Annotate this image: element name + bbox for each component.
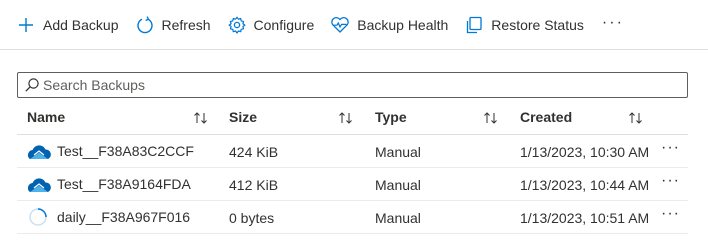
sort-type-icon[interactable] [483,110,499,126]
type-cell: Manual [375,177,421,193]
restore-status-label: Restore Status [491,16,584,33]
created-cell: 1/13/2023, 10:30 AM [520,144,650,160]
row-more-button[interactable]: ··· [661,172,680,190]
size-cell: 412 KiB [229,177,279,193]
search-icon [24,77,40,93]
configure-button[interactable]: Configure [227,9,315,41]
table-row[interactable]: Test__F38A83C2CCF 424 KiB Manual 1/13/20… [17,135,688,168]
size-cell: 0 bytes [229,210,275,226]
gear-icon [227,15,247,35]
table-header: Name Size Type Created [17,100,688,135]
add-backup-button[interactable]: Add Backup [16,9,119,41]
refresh-button[interactable]: Refresh [135,9,211,41]
backup-name-cell: Test__F38A9164FDA [27,173,191,195]
search-box [17,72,688,98]
table-row[interactable]: Test__F38A9164FDA 412 KiB Manual 1/13/20… [17,168,688,201]
search-input[interactable] [43,77,643,93]
column-header-type[interactable]: Type [375,109,407,125]
refresh-label: Refresh [161,16,211,33]
backup-health-label: Backup Health [357,16,449,33]
configure-label: Configure [253,16,315,33]
command-bar: Add Backup Refresh Configure Backup Heal… [0,0,708,50]
sort-size-icon[interactable] [338,110,354,126]
created-cell: 1/13/2023, 10:44 AM [520,177,650,193]
created-cell: 1/13/2023, 10:51 AM [520,210,650,226]
add-backup-label: Add Backup [43,16,119,33]
copy-icon [464,15,484,35]
cloud-backup-icon [27,140,51,162]
sort-name-icon[interactable] [193,110,209,126]
column-header-size[interactable]: Size [229,109,257,125]
more-commands-button[interactable]: ··· [602,14,624,32]
backup-name[interactable]: Test__F38A83C2CCF [57,143,194,159]
column-header-created[interactable]: Created [520,109,572,125]
cloud-backup-icon [27,173,51,195]
row-more-button[interactable]: ··· [661,205,680,223]
heart-pulse-icon [330,15,350,35]
type-cell: Manual [375,144,421,160]
type-cell: Manual [375,210,421,226]
sort-created-icon[interactable] [628,110,644,126]
backup-health-button[interactable]: Backup Health [330,9,448,41]
backup-name[interactable]: daily__F38A967F016 [57,209,190,225]
size-cell: 424 KiB [229,144,279,160]
column-header-name[interactable]: Name [27,109,65,125]
backup-name-cell: daily__F38A967F016 [27,206,190,228]
row-more-button[interactable]: ··· [661,139,680,157]
backups-table: Name Size Type Created Test__F38A83C2CCF… [17,100,688,234]
backup-name-cell: Test__F38A83C2CCF [27,140,194,162]
plus-icon [16,15,36,35]
table-row[interactable]: daily__F38A967F016 0 bytes Manual 1/13/2… [17,201,688,234]
progress-ring-icon [27,206,51,228]
backup-name[interactable]: Test__F38A9164FDA [57,176,191,192]
restore-status-button[interactable]: Restore Status [464,9,584,41]
refresh-icon [135,15,155,35]
